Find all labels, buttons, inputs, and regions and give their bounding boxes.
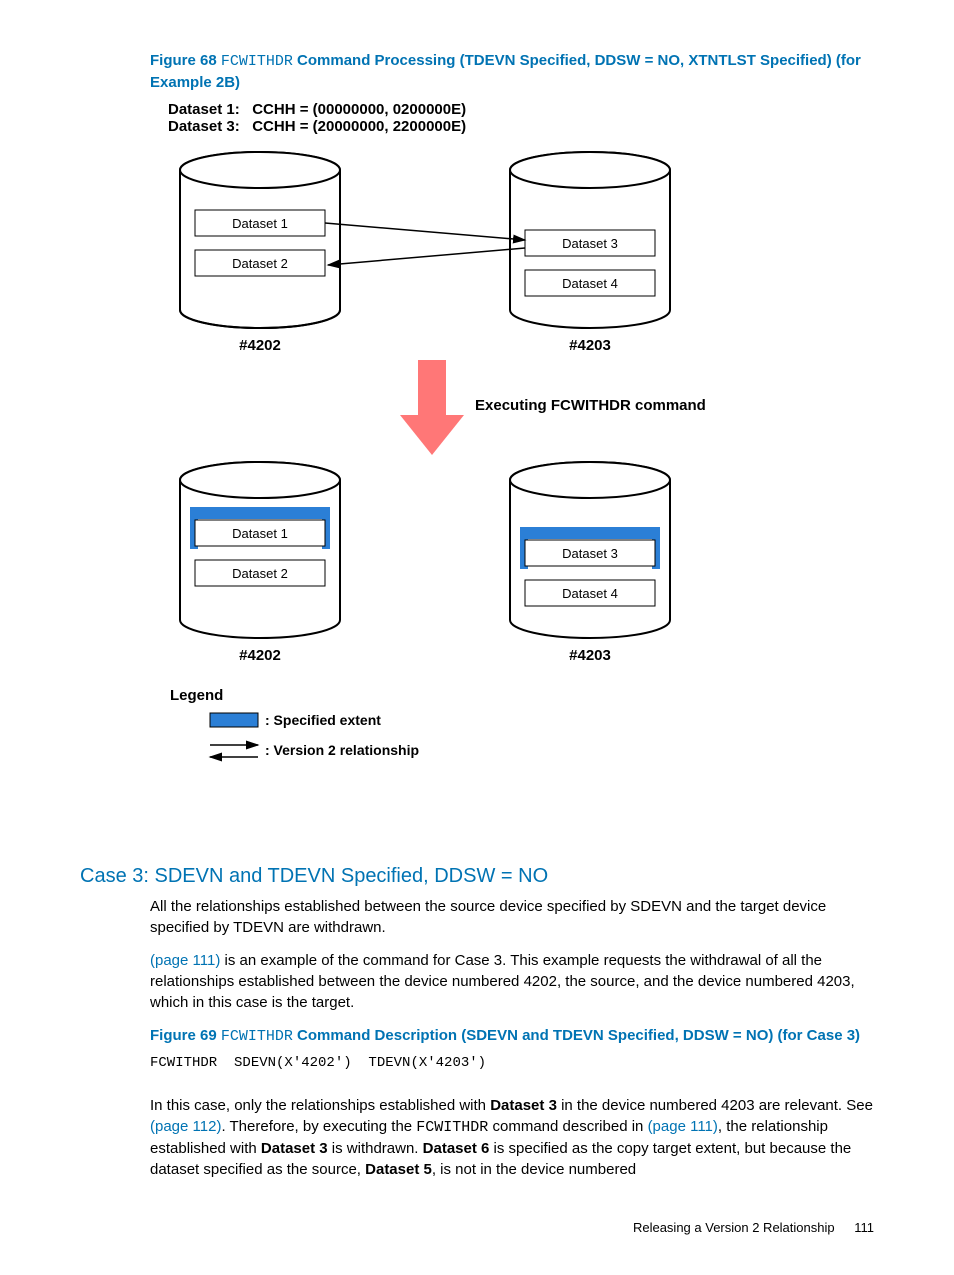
figure-69-rest: Command Description (SDEVN and TDEVN Spe… (293, 1027, 860, 1044)
cchh-d3-label: Dataset 3: (168, 118, 240, 135)
label-ds1-top: Dataset 1 (232, 216, 288, 231)
page-number: 111 (854, 1220, 874, 1235)
label-ds1-bot: Dataset 1 (232, 526, 288, 541)
p3-ds5: Dataset 5 (365, 1161, 432, 1178)
label-ds3-bot: Dataset 3 (562, 546, 618, 561)
cylinder-top-left: Dataset 1 Dataset 2 #4202 (180, 152, 340, 354)
label-4202-top: #4202 (239, 337, 281, 354)
case-3-p2: (page 111) is an example of the command … (150, 950, 874, 1013)
figure-69-caption: Figure 69 FCWITHDR Command Description (… (150, 1025, 874, 1047)
label-4203-top: #4203 (569, 337, 611, 354)
cchh-line-1: Dataset 1: CCHH = (00000000, 0200000E) (168, 101, 874, 118)
label-4203-bot: #4203 (569, 647, 611, 664)
label-ds2-top: Dataset 2 (232, 256, 288, 271)
p3-i: , is not in the device numbered (432, 1161, 636, 1178)
p3-ds6: Dataset 6 (423, 1140, 490, 1157)
figure-69-command: FCWITHDR SDEVN(X'4202') TDEVN(X'4203') (150, 1055, 874, 1071)
figure-68-label: Figure 68 (150, 52, 217, 69)
legend: Legend : Specified extent : Version 2 re… (170, 687, 419, 758)
figure-68-code: FCWITHDR (221, 53, 293, 70)
figure-69-code: FCWITHDR (221, 1028, 293, 1045)
legend-spec: : Specified extent (265, 712, 381, 728)
case-3-p2-rest: is an example of the command for Case 3.… (150, 952, 855, 1011)
p3-ds3: Dataset 3 (490, 1097, 557, 1114)
link-page-111b[interactable]: (page 111) (648, 1118, 718, 1135)
figure-69-label: Figure 69 (150, 1027, 217, 1044)
p3-ds3b: Dataset 3 (261, 1140, 328, 1157)
footer-text: Releasing a Version 2 Relationship (633, 1220, 835, 1235)
p3: In this case, only the relationships est… (150, 1095, 874, 1180)
label-4202-bot: #4202 (239, 647, 281, 664)
cylinder-top-right: Dataset 3 Dataset 4 #4203 (510, 152, 670, 354)
exec-label: Executing FCWITHDR command (475, 397, 706, 414)
cchh-line-3: Dataset 3: CCHH = (20000000, 2200000E) (168, 118, 874, 135)
label-ds2-bot: Dataset 2 (232, 566, 288, 581)
cchh-d1-label: Dataset 1: (168, 101, 240, 118)
diagram-svg: Dataset 1 Dataset 2 #4202 Dataset 3 Data… (160, 135, 760, 845)
p3-g: is withdrawn. (328, 1140, 423, 1157)
cchh-d1-val: CCHH = (00000000, 0200000E) (252, 101, 466, 118)
legend-v2: : Version 2 relationship (265, 742, 419, 758)
p3-d: . Therefore, by executing the (221, 1118, 416, 1135)
page-footer: Releasing a Version 2 Relationship 111 (80, 1220, 874, 1235)
figure-68-caption: Figure 68 FCWITHDR Command Processing (T… (150, 50, 874, 93)
link-page-111[interactable]: (page 111) (150, 952, 220, 969)
case-3-p1: All the relationships established betwee… (150, 896, 874, 938)
cylinder-bottom-right: Dataset 3 Dataset 4 #4203 (510, 462, 670, 664)
figure-68-diagram: Dataset 1: CCHH = (00000000, 0200000E) D… (160, 101, 874, 845)
p3-code: FCWITHDR (416, 1119, 488, 1136)
cylinder-bottom-left: Dataset 1 Dataset 2 #4202 (180, 462, 340, 664)
label-ds4-bot: Dataset 4 (562, 586, 618, 601)
case-3-heading: Case 3: SDEVN and TDEVN Specified, DDSW … (80, 865, 874, 888)
label-ds3-top: Dataset 3 (562, 236, 618, 251)
cchh-d3-val: CCHH = (20000000, 2200000E) (252, 118, 466, 135)
label-ds4-top: Dataset 4 (562, 276, 618, 291)
p3-e: command described in (488, 1118, 647, 1135)
p3-a: In this case, only the relationships est… (150, 1097, 490, 1114)
arrow-down-icon (400, 360, 464, 455)
link-page-112[interactable]: (page 112) (150, 1118, 221, 1135)
p3-c: in the device numbered 4203 are relevant… (557, 1097, 873, 1114)
legend-title: Legend (170, 687, 223, 704)
